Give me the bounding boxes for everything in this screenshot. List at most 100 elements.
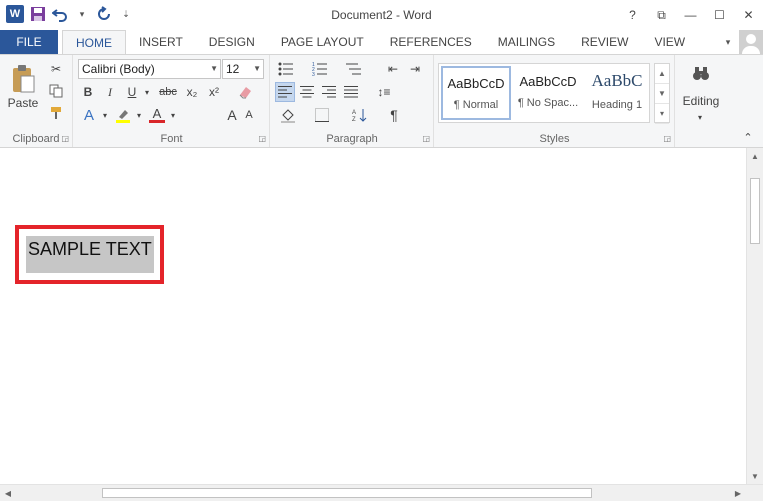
find-binoculars-icon[interactable] xyxy=(689,61,713,85)
style-sample: AaBbCcD xyxy=(447,76,505,91)
copy-icon[interactable] xyxy=(46,81,66,101)
bold-button[interactable]: B xyxy=(78,82,98,102)
font-size-select[interactable]: 12 ▼ xyxy=(222,59,264,79)
chevron-down-icon: ▼ xyxy=(210,64,218,73)
style-normal[interactable]: AaBbCcD ¶ Normal xyxy=(441,66,511,120)
svg-text:3: 3 xyxy=(312,72,315,76)
style-name: ¶ No Spac... xyxy=(517,97,579,109)
align-center-icon[interactable] xyxy=(297,82,317,102)
editing-label: Editing xyxy=(682,94,720,108)
title-bar: W ▾ ⇣ Document2 - Word ? ⧉ — ☐ ✕ xyxy=(0,0,763,30)
highlight-color-button[interactable] xyxy=(112,105,134,125)
horizontal-scrollbar[interactable]: ◀ ▶ xyxy=(0,484,763,501)
tab-design[interactable]: DESIGN xyxy=(196,30,268,54)
font-color-swatch xyxy=(149,119,165,123)
tab-view[interactable]: VIEW xyxy=(641,30,698,54)
ribbon-tabs: HOME INSERT DESIGN PAGE LAYOUT REFERENCE… xyxy=(62,30,698,55)
text-effects-button[interactable]: A xyxy=(78,105,100,125)
vertical-scrollbar[interactable]: ▲ ▼ xyxy=(746,148,763,484)
multilevel-list-icon[interactable] xyxy=(343,59,365,79)
line-spacing-icon[interactable]: ↕≡ xyxy=(371,82,397,102)
highlighter-icon xyxy=(116,110,130,123)
style-no-spacing[interactable]: AaBbCcD ¶ No Spac... xyxy=(513,66,583,120)
grow-font-button[interactable]: A xyxy=(224,105,240,125)
style-heading-1[interactable]: AaBbC Heading 1 xyxy=(585,66,649,120)
underline-button[interactable]: U xyxy=(122,82,142,102)
horizontal-scroll-thumb[interactable] xyxy=(102,488,592,498)
close-button[interactable]: ✕ xyxy=(734,0,763,30)
paragraph-group: 123 ⇤ ⇥ ↕≡ AZ ¶ Paragraph ◲ xyxy=(271,55,434,147)
align-right-icon[interactable] xyxy=(319,82,339,102)
shading-icon[interactable] xyxy=(275,105,301,125)
font-label: Font xyxy=(160,133,183,145)
chevron-down-icon: ▼ xyxy=(253,64,261,73)
chevron-down-icon[interactable]: ▾ xyxy=(168,105,178,125)
styles-label: Styles xyxy=(539,133,570,145)
chevron-down-icon[interactable]: ▾ xyxy=(142,82,152,102)
help-button[interactable]: ? xyxy=(618,0,647,30)
subscript-button[interactable]: x₂ xyxy=(182,82,202,102)
strikethrough-button[interactable]: abc xyxy=(156,82,180,102)
ribbon: Paste ✂ Clipboard ◲ Calibri (Body) ▼ 12 … xyxy=(0,54,763,148)
paragraph-launcher-icon[interactable]: ◲ xyxy=(422,134,430,143)
font-group: Calibri (Body) ▼ 12 ▼ B I U ▾ abc x₂ x² … xyxy=(74,55,270,147)
numbering-icon[interactable]: 123 xyxy=(309,59,331,79)
tab-home[interactable]: HOME xyxy=(62,30,126,55)
user-avatar[interactable] xyxy=(739,30,763,54)
paste-icon xyxy=(13,65,35,93)
chevron-down-icon[interactable]: ▾ xyxy=(134,105,144,125)
sort-icon[interactable]: AZ xyxy=(349,105,371,125)
superscript-button[interactable]: x² xyxy=(204,82,224,102)
style-name: Heading 1 xyxy=(591,99,643,111)
collapse-ribbon-chevron-icon[interactable]: ⌃ xyxy=(740,127,756,147)
clear-formatting-icon[interactable] xyxy=(234,82,256,102)
vertical-scroll-thumb[interactable] xyxy=(750,178,760,244)
font-color-button[interactable]: A xyxy=(146,105,168,125)
svg-text:A: A xyxy=(352,110,356,116)
gallery-up-icon[interactable]: ▲ xyxy=(655,64,669,84)
scroll-up-icon[interactable]: ▲ xyxy=(747,148,763,164)
collapse-ribbon-icon[interactable]: ▾ xyxy=(717,37,739,48)
font-color-label: A xyxy=(152,105,162,121)
format-painter-icon[interactable] xyxy=(46,103,66,123)
scroll-down-icon[interactable]: ▼ xyxy=(747,468,763,484)
tab-insert[interactable]: INSERT xyxy=(126,30,196,54)
tab-page-layout[interactable]: PAGE LAYOUT xyxy=(268,30,377,54)
shrink-font-button[interactable]: A xyxy=(242,105,256,125)
style-name: ¶ Normal xyxy=(453,99,499,111)
show-formatting-marks-button[interactable]: ¶ xyxy=(383,105,405,125)
align-left-icon[interactable] xyxy=(275,82,295,102)
scroll-right-icon[interactable]: ▶ xyxy=(730,485,746,501)
increase-indent-icon[interactable]: ⇥ xyxy=(405,59,425,79)
cut-icon[interactable]: ✂ xyxy=(46,59,66,79)
maximize-button[interactable]: ☐ xyxy=(705,0,734,30)
chevron-down-icon[interactable]: ▾ xyxy=(100,105,110,125)
document-canvas[interactable]: SAMPLE TEXT xyxy=(0,148,746,484)
chevron-down-icon[interactable]: ▾ xyxy=(693,107,707,127)
gallery-more-icon[interactable]: ▾ xyxy=(655,104,669,124)
tab-references[interactable]: REFERENCES xyxy=(377,30,485,54)
font-launcher-icon[interactable]: ◲ xyxy=(258,134,266,143)
italic-button[interactable]: I xyxy=(100,82,120,102)
style-sample: AaBbCcD xyxy=(519,74,577,89)
selected-sample-text[interactable]: SAMPLE TEXT xyxy=(26,236,154,273)
clipboard-launcher-icon[interactable]: ◲ xyxy=(61,134,69,143)
font-family-select[interactable]: Calibri (Body) ▼ xyxy=(78,59,221,79)
paste-label: Paste xyxy=(7,96,39,110)
decrease-indent-icon[interactable]: ⇤ xyxy=(383,59,403,79)
styles-launcher-icon[interactable]: ◲ xyxy=(663,134,671,143)
highlight-annotation-box: SAMPLE TEXT xyxy=(15,225,164,284)
ribbon-display-options-button[interactable]: ⧉ xyxy=(647,0,676,30)
justify-icon[interactable] xyxy=(341,82,361,102)
font-size-value: 12 xyxy=(226,62,240,76)
bullets-icon[interactable] xyxy=(275,59,297,79)
gallery-down-icon[interactable]: ▼ xyxy=(655,84,669,104)
tab-review[interactable]: REVIEW xyxy=(568,30,641,54)
minimize-button[interactable]: — xyxy=(676,0,705,30)
file-tab[interactable]: FILE xyxy=(0,30,58,54)
scroll-left-icon[interactable]: ◀ xyxy=(0,485,16,501)
tab-mailings[interactable]: MAILINGS xyxy=(485,30,568,54)
borders-icon[interactable] xyxy=(309,105,335,125)
paste-button[interactable]: Paste xyxy=(6,61,40,113)
font-family-value: Calibri (Body) xyxy=(82,62,155,76)
